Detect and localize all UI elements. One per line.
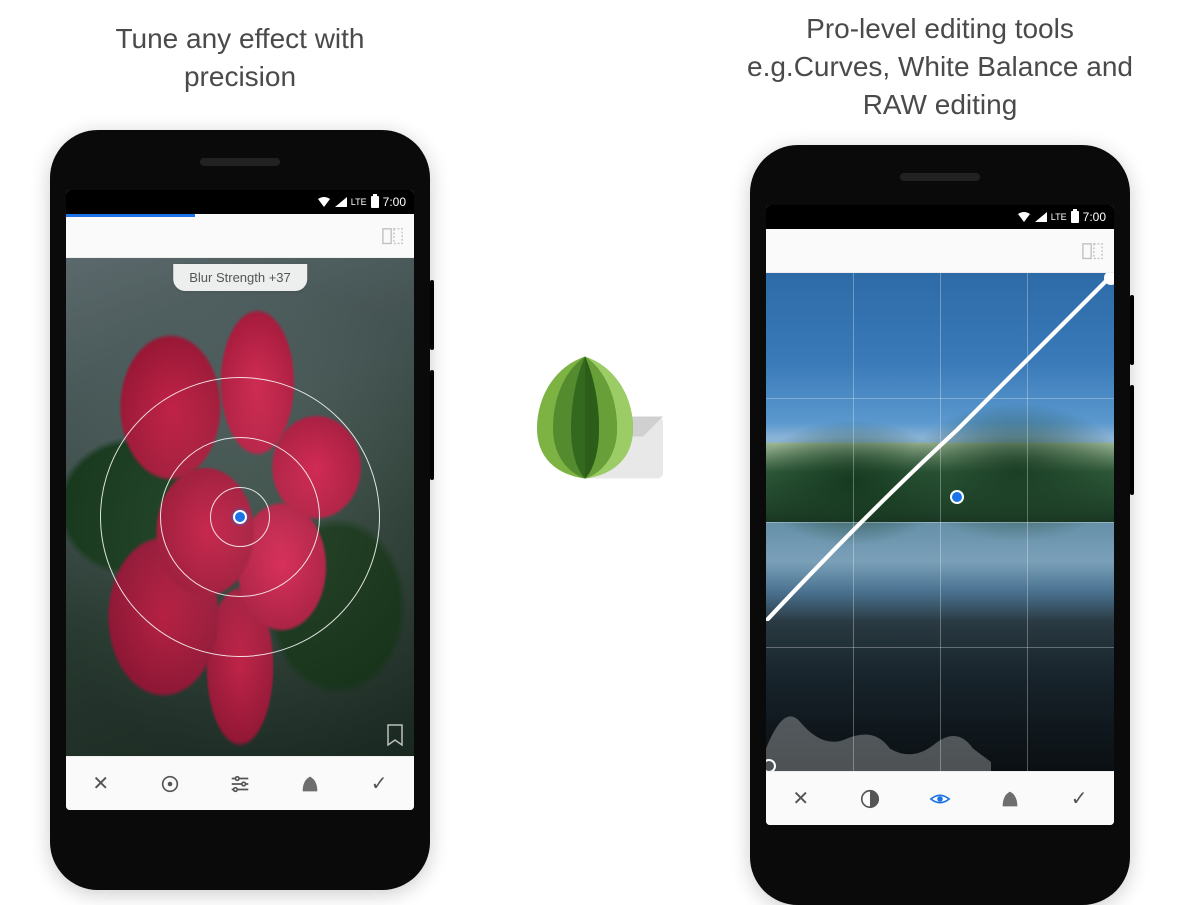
editor-topbar	[66, 214, 414, 258]
editor-topbar	[766, 229, 1114, 273]
mask-button[interactable]	[292, 766, 328, 802]
photo-canvas[interactable]	[766, 273, 1114, 771]
screen-left: LTE 7:00 Blur Strength +37 ✕	[66, 190, 414, 810]
network-type-label: LTE	[1051, 212, 1067, 222]
mask-button[interactable]	[992, 781, 1028, 817]
effect-value-chip: Blur Strength +37	[173, 264, 307, 291]
view-button[interactable]	[922, 781, 958, 817]
curve-line[interactable]	[766, 273, 1114, 621]
phone-earpiece	[200, 158, 280, 166]
curve-point-shadows[interactable]	[766, 759, 776, 771]
wifi-icon	[317, 196, 331, 208]
android-statusbar: LTE 7:00	[66, 190, 414, 214]
android-statusbar: LTE 7:00	[766, 205, 1114, 229]
apply-button[interactable]: ✓	[1061, 781, 1097, 817]
phone-mockup-right: LTE 7:00	[750, 145, 1130, 905]
photo-canvas[interactable]: Blur Strength +37	[66, 258, 414, 756]
battery-icon	[1071, 211, 1079, 223]
clock-label: 7:00	[1083, 210, 1106, 224]
channel-button[interactable]	[852, 781, 888, 817]
curve-point-mid[interactable]	[950, 490, 964, 504]
cell-signal-icon	[1035, 212, 1047, 222]
snapseed-leaf-icon	[525, 346, 675, 496]
phone-power-button	[1130, 295, 1134, 365]
compare-icon[interactable]	[1082, 242, 1104, 260]
cancel-button[interactable]: ✕	[83, 766, 119, 802]
curves-overlay[interactable]	[766, 273, 1114, 771]
focus-shape-button[interactable]	[152, 766, 188, 802]
phone-power-button	[430, 280, 434, 350]
battery-icon	[371, 196, 379, 208]
histogram-icon	[766, 681, 991, 771]
phone-mockup-left: LTE 7:00 Blur Strength +37 ✕	[50, 130, 430, 890]
edited-photo-flowers	[66, 258, 414, 756]
cancel-button[interactable]: ✕	[783, 781, 819, 817]
phone-volume-button	[430, 370, 434, 480]
promo-caption-left: Tune any effect with precision	[60, 20, 420, 96]
promo-caption-right: Pro-level editing tools e.g.Curves, Whit…	[740, 10, 1140, 123]
phone-volume-button	[1130, 385, 1134, 495]
apply-button[interactable]: ✓	[361, 766, 397, 802]
wifi-icon	[1017, 211, 1031, 223]
editor-bottombar: ✕ ✓	[66, 756, 414, 810]
screen-right: LTE 7:00	[766, 205, 1114, 825]
compare-icon[interactable]	[382, 227, 404, 245]
cell-signal-icon	[335, 197, 347, 207]
bookmark-icon[interactable]	[386, 724, 404, 746]
adjust-sliders-button[interactable]	[222, 766, 258, 802]
phone-earpiece	[900, 173, 980, 181]
slider-progress[interactable]	[66, 214, 195, 217]
clock-label: 7:00	[383, 195, 406, 209]
curve-point-highlights[interactable]	[1104, 273, 1114, 285]
network-type-label: LTE	[351, 197, 367, 207]
editor-bottombar: ✕ ✓	[766, 771, 1114, 825]
